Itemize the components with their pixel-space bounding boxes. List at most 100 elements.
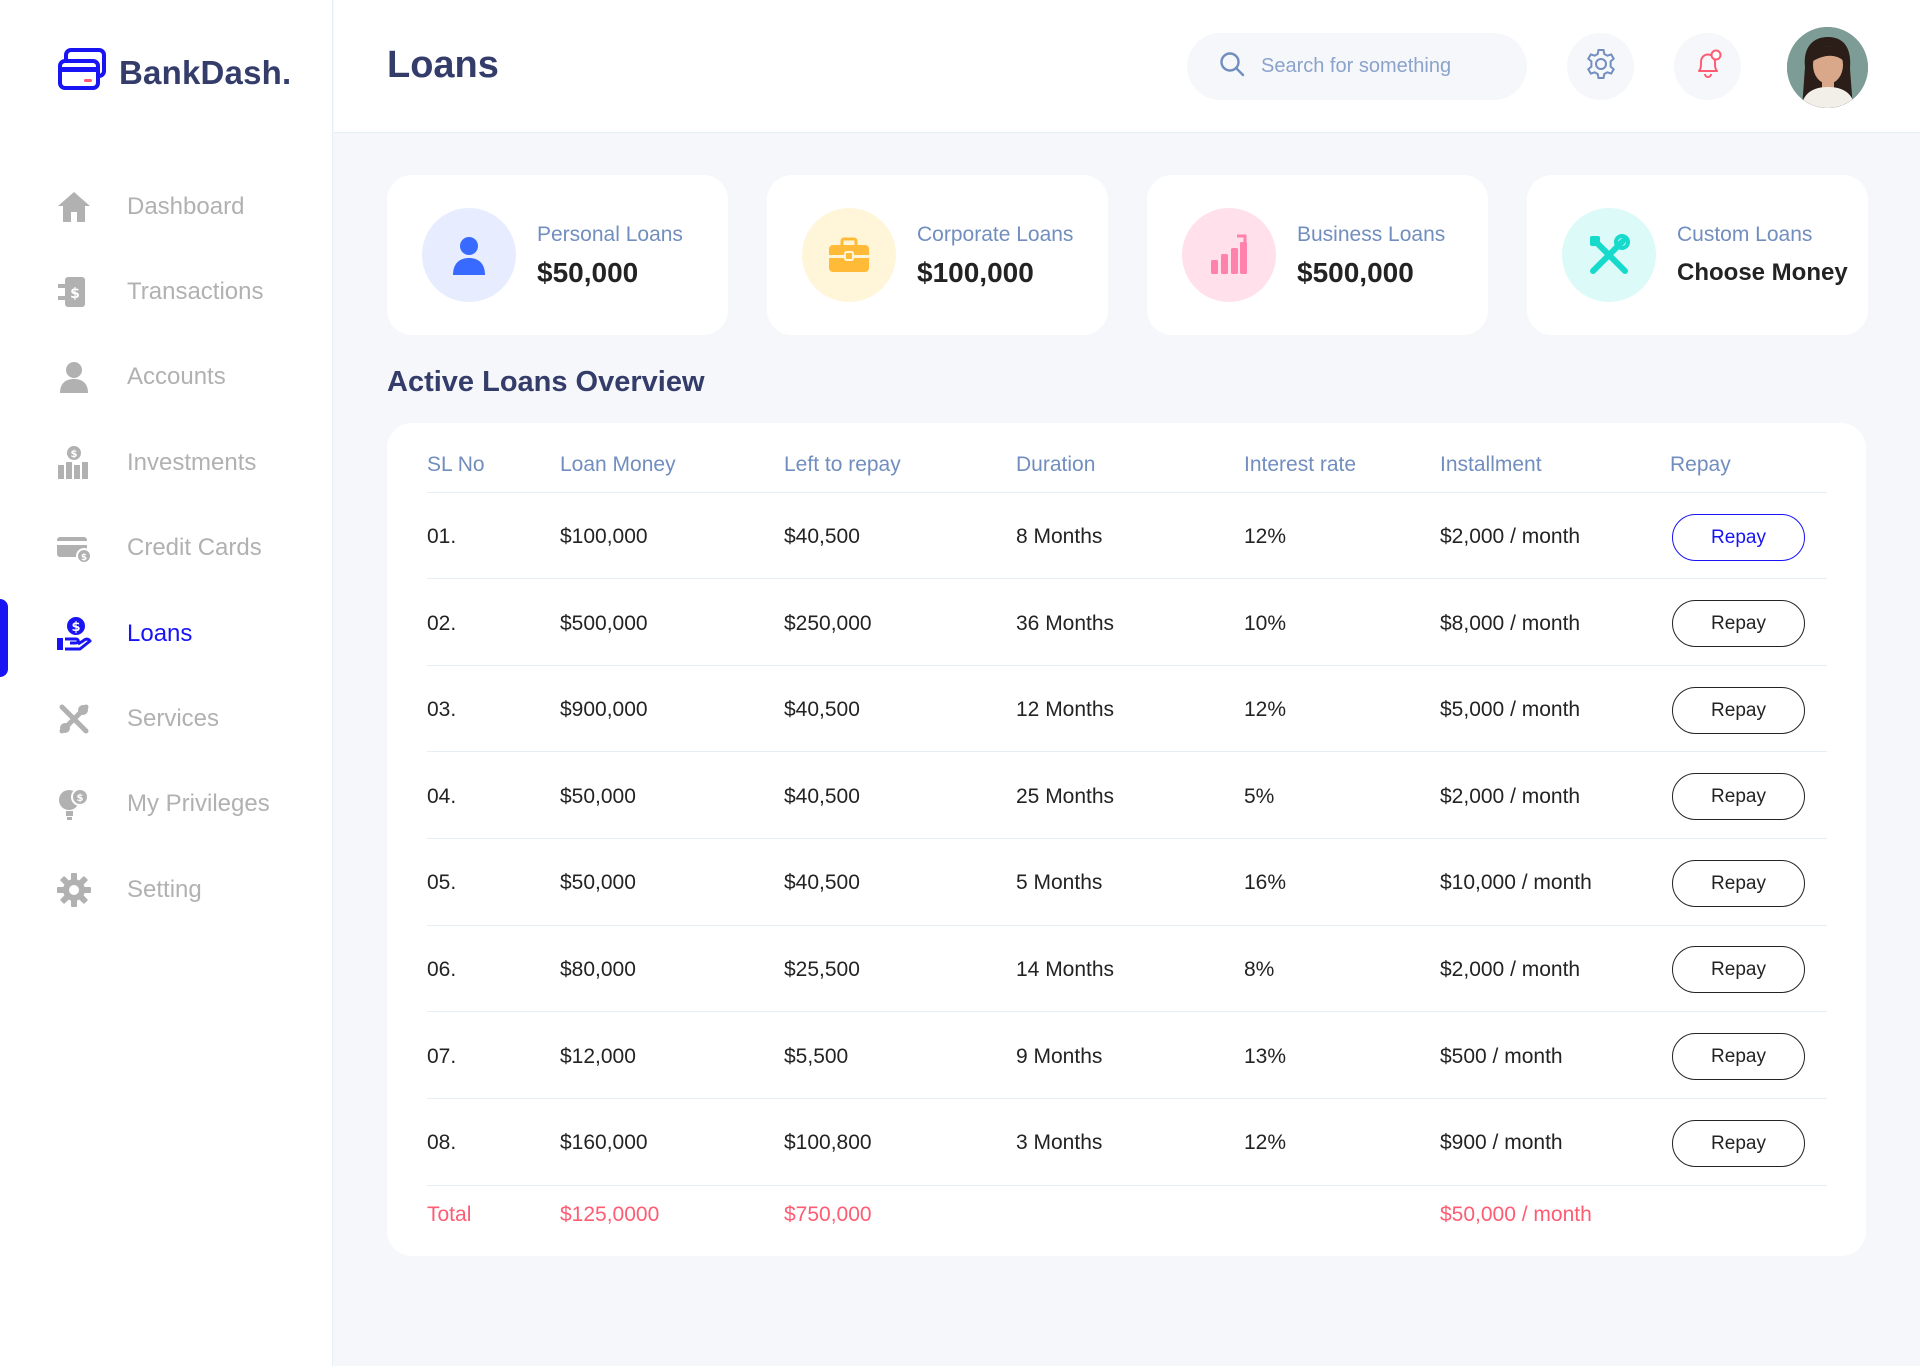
total-label: Total xyxy=(427,1203,472,1226)
cell-interest-rate: 16% xyxy=(1244,871,1287,894)
cell-installment: $5,000 / month xyxy=(1440,698,1581,721)
avatar[interactable] xyxy=(1787,27,1868,108)
cell-left-to-repay: $25,500 xyxy=(784,958,860,981)
header-loan-money: Loan Money xyxy=(560,453,676,476)
svg-text:$: $ xyxy=(71,620,80,635)
search-input[interactable] xyxy=(1261,55,1501,78)
active-indicator xyxy=(0,598,8,677)
divider xyxy=(427,751,1827,752)
cell-left-to-repay: $40,500 xyxy=(784,785,860,808)
business-loans-card[interactable]: Business Loans $500,000 xyxy=(1147,175,1488,335)
svg-text:$: $ xyxy=(71,449,78,460)
cell-left-to-repay: $40,500 xyxy=(784,698,860,721)
card-value: $100,000 xyxy=(917,257,1034,288)
cell-interest-rate: 12% xyxy=(1244,698,1287,721)
custom-loans-card[interactable]: Custom Loans Choose Money xyxy=(1527,175,1868,335)
divider xyxy=(427,838,1827,839)
sidebar-item-label: Investments xyxy=(127,448,257,476)
card-label: Custom Loans xyxy=(1677,223,1813,246)
sidebar-item-label: My Privileges xyxy=(127,790,270,818)
briefcase-icon xyxy=(802,208,896,302)
svg-text:$: $ xyxy=(70,286,80,302)
loan-icon: $ xyxy=(54,614,94,654)
cell-loan-money: $500,000 xyxy=(560,612,648,635)
divider xyxy=(427,925,1827,926)
card-value: Choose Money xyxy=(1677,259,1848,286)
repay-button[interactable]: Repay xyxy=(1672,1033,1805,1080)
repay-button[interactable]: Repay xyxy=(1672,514,1805,561)
header-left-to-repay: Left to repay xyxy=(784,453,901,476)
search-bar[interactable] xyxy=(1187,33,1527,100)
cell-installment: $8,000 / month xyxy=(1440,612,1581,635)
notifications-button[interactable] xyxy=(1674,33,1741,100)
cell-duration: 12 Months xyxy=(1016,698,1115,721)
cell-sl-no: 03. xyxy=(427,698,457,721)
repay-button[interactable]: Repay xyxy=(1672,860,1805,907)
cell-duration: 3 Months xyxy=(1016,1131,1103,1154)
gear-icon xyxy=(1585,48,1617,85)
sidebar-item-accounts[interactable]: Accounts xyxy=(0,335,333,420)
card-value: $500,000 xyxy=(1297,257,1414,288)
sidebar-item-label: Loans xyxy=(127,619,193,647)
svg-text:$: $ xyxy=(77,793,84,804)
sidebar-item-label: Setting xyxy=(127,875,202,903)
cell-duration: 36 Months xyxy=(1016,612,1115,635)
sidebar-nav: Dashboard $ Transactions Accounts $ Inve… xyxy=(0,164,333,933)
sidebar-item-label: Accounts xyxy=(127,363,226,391)
sidebar: BankDash. Dashboard $ Transactions Accou… xyxy=(0,0,333,1366)
card-label: Corporate Loans xyxy=(917,223,1074,246)
sidebar-item-label: Services xyxy=(127,705,220,733)
corporate-loans-card[interactable]: Corporate Loans $100,000 xyxy=(767,175,1108,335)
total-loan-money: $125,0000 xyxy=(560,1203,660,1226)
total-left-to-repay: $750,000 xyxy=(784,1203,872,1226)
card-label: Personal Loans xyxy=(537,223,683,246)
credit-card-logo-icon xyxy=(57,48,107,97)
sidebar-item-dashboard[interactable]: Dashboard xyxy=(0,164,333,249)
divider xyxy=(427,492,1827,493)
personal-loans-card[interactable]: Personal Loans $50,000 xyxy=(387,175,728,335)
header-sl-no: SL No xyxy=(427,453,485,476)
cell-installment: $2,000 / month xyxy=(1440,785,1581,808)
top-header: Loans xyxy=(334,0,1920,133)
sidebar-item-label: Dashboard xyxy=(127,192,245,220)
cell-loan-money: $900,000 xyxy=(560,698,648,721)
sidebar-item-investments[interactable]: $ Investments xyxy=(0,420,333,505)
cell-left-to-repay: $5,500 xyxy=(784,1045,849,1068)
sidebar-item-loans[interactable]: $ Loans xyxy=(0,591,333,677)
cell-left-to-repay: $250,000 xyxy=(784,612,872,635)
total-installment: $50,000 / month xyxy=(1440,1203,1592,1226)
sidebar-item-services[interactable]: Services xyxy=(0,676,333,761)
cell-interest-rate: 8% xyxy=(1244,958,1275,981)
brand-name: BankDash. xyxy=(119,53,292,91)
header-repay: Repay xyxy=(1670,453,1731,476)
cell-interest-rate: 13% xyxy=(1244,1045,1287,1068)
tools-icon xyxy=(1562,208,1656,302)
cell-duration: 8 Months xyxy=(1016,525,1103,548)
repay-button[interactable]: Repay xyxy=(1672,946,1805,993)
settings-button[interactable] xyxy=(1567,33,1634,100)
repay-button[interactable]: Repay xyxy=(1672,600,1805,647)
cell-installment: $10,000 / month xyxy=(1440,871,1592,894)
sidebar-item-transactions[interactable]: $ Transactions xyxy=(0,249,333,334)
investment-icon: $ xyxy=(54,443,94,483)
cell-sl-no: 02. xyxy=(427,612,457,635)
section-title: Active Loans Overview xyxy=(387,366,705,398)
repay-button[interactable]: Repay xyxy=(1672,1120,1805,1167)
sidebar-item-credit-cards[interactable]: $ Credit Cards xyxy=(0,506,333,591)
sidebar-item-my-privileges[interactable]: $ My Privileges xyxy=(0,762,333,847)
header-interest-rate: Interest rate xyxy=(1244,453,1357,476)
header-installment: Installment xyxy=(1440,453,1542,476)
card-label: Business Loans xyxy=(1297,223,1446,246)
cell-left-to-repay: $40,500 xyxy=(784,871,860,894)
divider xyxy=(427,665,1827,666)
transfer-icon: $ xyxy=(54,272,94,312)
sidebar-item-setting[interactable]: Setting xyxy=(0,847,333,932)
cell-interest-rate: 5% xyxy=(1244,785,1275,808)
cell-sl-no: 06. xyxy=(427,958,457,981)
repay-button[interactable]: Repay xyxy=(1672,687,1805,734)
cell-loan-money: $160,000 xyxy=(560,1131,648,1154)
repay-button[interactable]: Repay xyxy=(1672,773,1805,820)
privileges-icon: $ xyxy=(54,784,94,824)
tools-icon xyxy=(54,699,94,739)
brand-logo[interactable]: BankDash. xyxy=(57,48,291,97)
